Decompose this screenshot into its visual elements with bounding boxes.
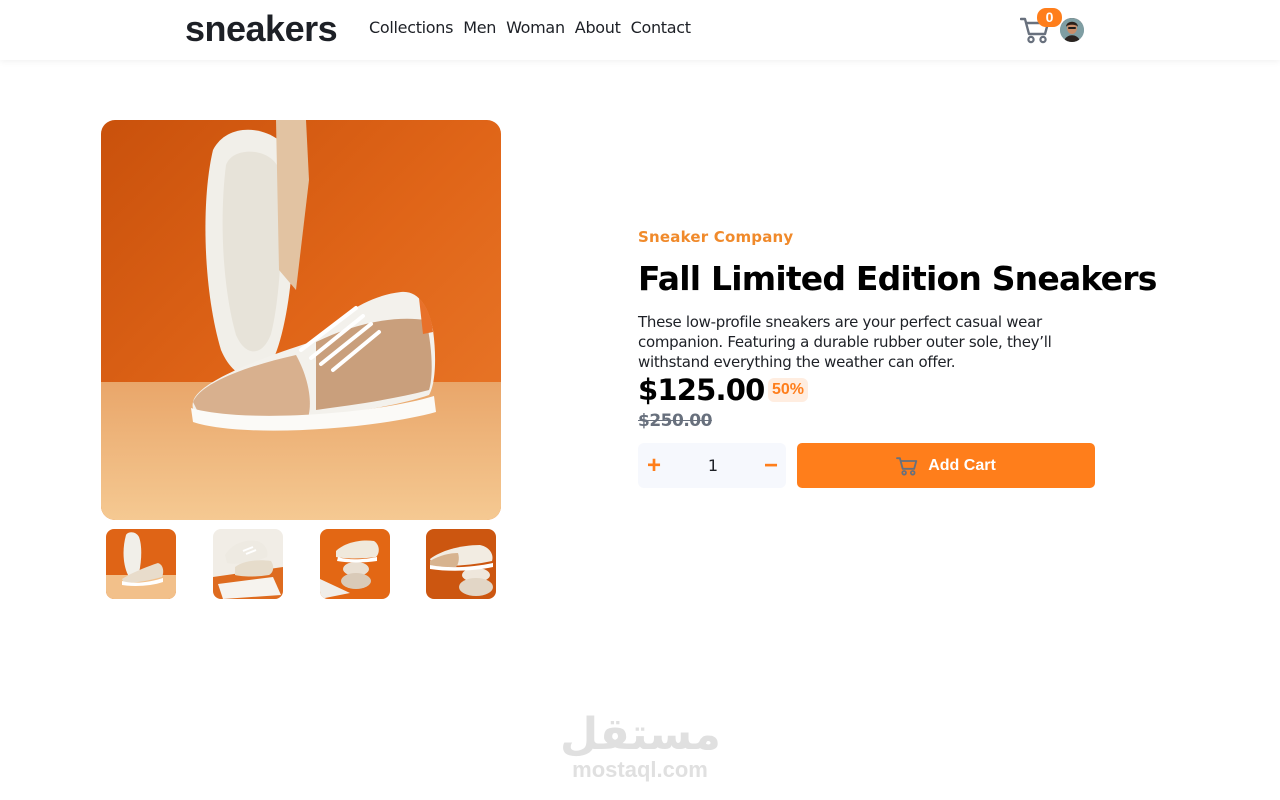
nav-woman[interactable]: Woman	[506, 17, 565, 39]
cart-count-badge: 0	[1037, 8, 1062, 27]
thumbnail-image	[320, 529, 390, 599]
add-to-cart-label: Add Cart	[928, 456, 996, 474]
original-price: $250.00	[638, 411, 712, 431]
watermark-logo: مستقل	[560, 709, 721, 760]
thumbnail-2[interactable]	[213, 529, 283, 599]
cart-icon	[896, 456, 918, 475]
current-price: $125.00	[638, 373, 765, 407]
thumbnail-3[interactable]	[320, 529, 390, 599]
company-name: Sneaker Company	[638, 228, 794, 246]
thumbnail-4[interactable]	[426, 529, 496, 599]
avatar-image	[1060, 18, 1084, 42]
site-header: sneakers Collections Men Woman About Con…	[0, 0, 1280, 60]
nav-collections[interactable]: Collections	[369, 17, 453, 39]
nav-contact[interactable]: Contact	[631, 17, 691, 39]
thumbnail-image	[426, 529, 496, 599]
nav-about[interactable]: About	[575, 17, 621, 39]
quantity-value[interactable]: 1	[693, 443, 733, 488]
thumbnail-image	[213, 529, 283, 599]
main-nav: Collections Men Woman About Contact	[369, 17, 691, 39]
thumbnail-image	[106, 529, 176, 599]
watermark-url: mostaql.com	[572, 757, 708, 782]
main-product-image[interactable]	[101, 120, 501, 520]
discount-badge: 50%	[768, 378, 808, 402]
quantity-stepper: + 1 −	[638, 443, 786, 488]
minus-icon[interactable]: −	[755, 443, 787, 488]
nav-men[interactable]: Men	[463, 17, 496, 39]
logo[interactable]: sneakers	[185, 9, 338, 49]
avatar[interactable]	[1060, 18, 1084, 42]
thumbnail-1[interactable]	[106, 529, 176, 599]
plus-icon[interactable]: +	[638, 443, 670, 488]
sneaker-main-photo	[101, 120, 501, 520]
product-description: These low-profile sneakers are your perf…	[638, 313, 1052, 371]
add-to-cart-button[interactable]: Add Cart	[797, 443, 1095, 488]
product-title: Fall Limited Edition Sneakers	[638, 259, 1157, 298]
